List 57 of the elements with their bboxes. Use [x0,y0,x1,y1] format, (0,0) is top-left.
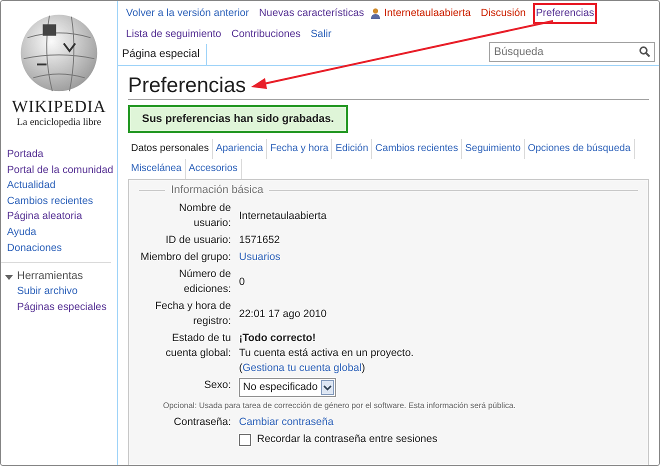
field-value: 1571652 [239,233,280,248]
field-label: ID de usuario: [166,233,231,248]
preferences-tab[interactable]: Opciones de búsqueda [524,139,635,159]
parenthesis-text: ) [362,361,366,376]
sidebar-link[interactable]: Donaciones [7,240,62,256]
sidebar-link[interactable]: Subir archivo [17,284,78,300]
sidebar-link[interactable]: Página aleatoria [7,209,82,225]
field-label: Estado de tu cuenta global: [164,331,231,361]
help-note: Opcional: Usada para tarea de corrección de género por el software. Esta información será pública. [162,400,517,412]
field-label: Miembro del grupo: [140,250,231,265]
top-link[interactable]: Salir [308,24,334,45]
top-link[interactable]: Preferencias [532,3,598,24]
field-label: Sexo: [204,378,231,393]
status-text: Tu cuenta está activa en un proyecto. [239,346,414,361]
sidebar-link[interactable]: Cambios recientes [7,194,94,210]
triangle-icon[interactable] [5,272,13,281]
sidebar-link[interactable]: Portal de la comunidad [7,162,114,178]
section-legend: Información básica [171,182,264,198]
success-message: Sus preferencias han sido grabadas. [128,105,348,133]
top-link[interactable]: Internetaulaabierta [381,3,474,24]
preferences-tab[interactable]: Datos personales [128,139,213,159]
person-icon [371,8,380,19]
sidebar-link[interactable]: Actualidad [7,178,56,194]
top-link[interactable]: Lista de seguimiento [123,24,224,45]
wikipedia-wordmark: WIKIPEDIA [12,97,106,117]
search-field[interactable]: Búsqueda [489,42,655,62]
preferences-tab[interactable]: Seguimiento [462,139,525,159]
top-link[interactable]: Discusión [478,3,529,24]
field-label: Contraseña: [174,415,231,430]
wikipedia-tagline: La enciclopedia libre [16,117,102,128]
preferences-tab[interactable]: Edición [332,139,372,159]
preferences-tab[interactable]: Apariencia [212,139,268,159]
sidebar-link[interactable]: Portada [7,147,44,163]
checkbox[interactable] [239,434,251,446]
caret-icon [320,380,334,395]
parenthesis-text: ( [239,361,242,376]
field-value: 0 [239,274,245,290]
field-label: Fecha y hora de registro: [154,299,231,329]
preferences-tab[interactable]: Cambios recientes [372,139,462,159]
top-link[interactable]: Volver a la versión anterior [123,3,252,24]
sidebar-link[interactable]: Páginas especiales [17,300,107,316]
top-link[interactable]: Nuevas características [256,3,368,24]
field-link[interactable]: Usuarios [239,250,280,265]
sidebar-link[interactable]: Ayuda [7,224,36,241]
status-heading: ¡Todo correcto! [239,331,316,346]
tools-heading[interactable]: Herramientas [17,269,84,284]
field-link[interactable]: Cambiar contraseña [239,415,334,430]
global-account-link[interactable]: Gestiona tu cuenta global [242,361,362,376]
field-value: Internetaulaabierta [239,208,327,224]
field-label: Nombre de usuario: [178,201,231,231]
top-link[interactable]: Contribuciones [228,24,304,45]
search-icon[interactable] [639,46,650,57]
field-value: 22:01 17 ago 2010 [239,306,327,322]
checkbox-label[interactable]: Recordar la contraseña entre sesiones [257,432,438,447]
preferences-tab[interactable]: Fecha y hora [267,139,332,159]
gender-dropdown[interactable]: No especificado [239,378,336,397]
field-label: Número de ediciones: [178,267,231,297]
